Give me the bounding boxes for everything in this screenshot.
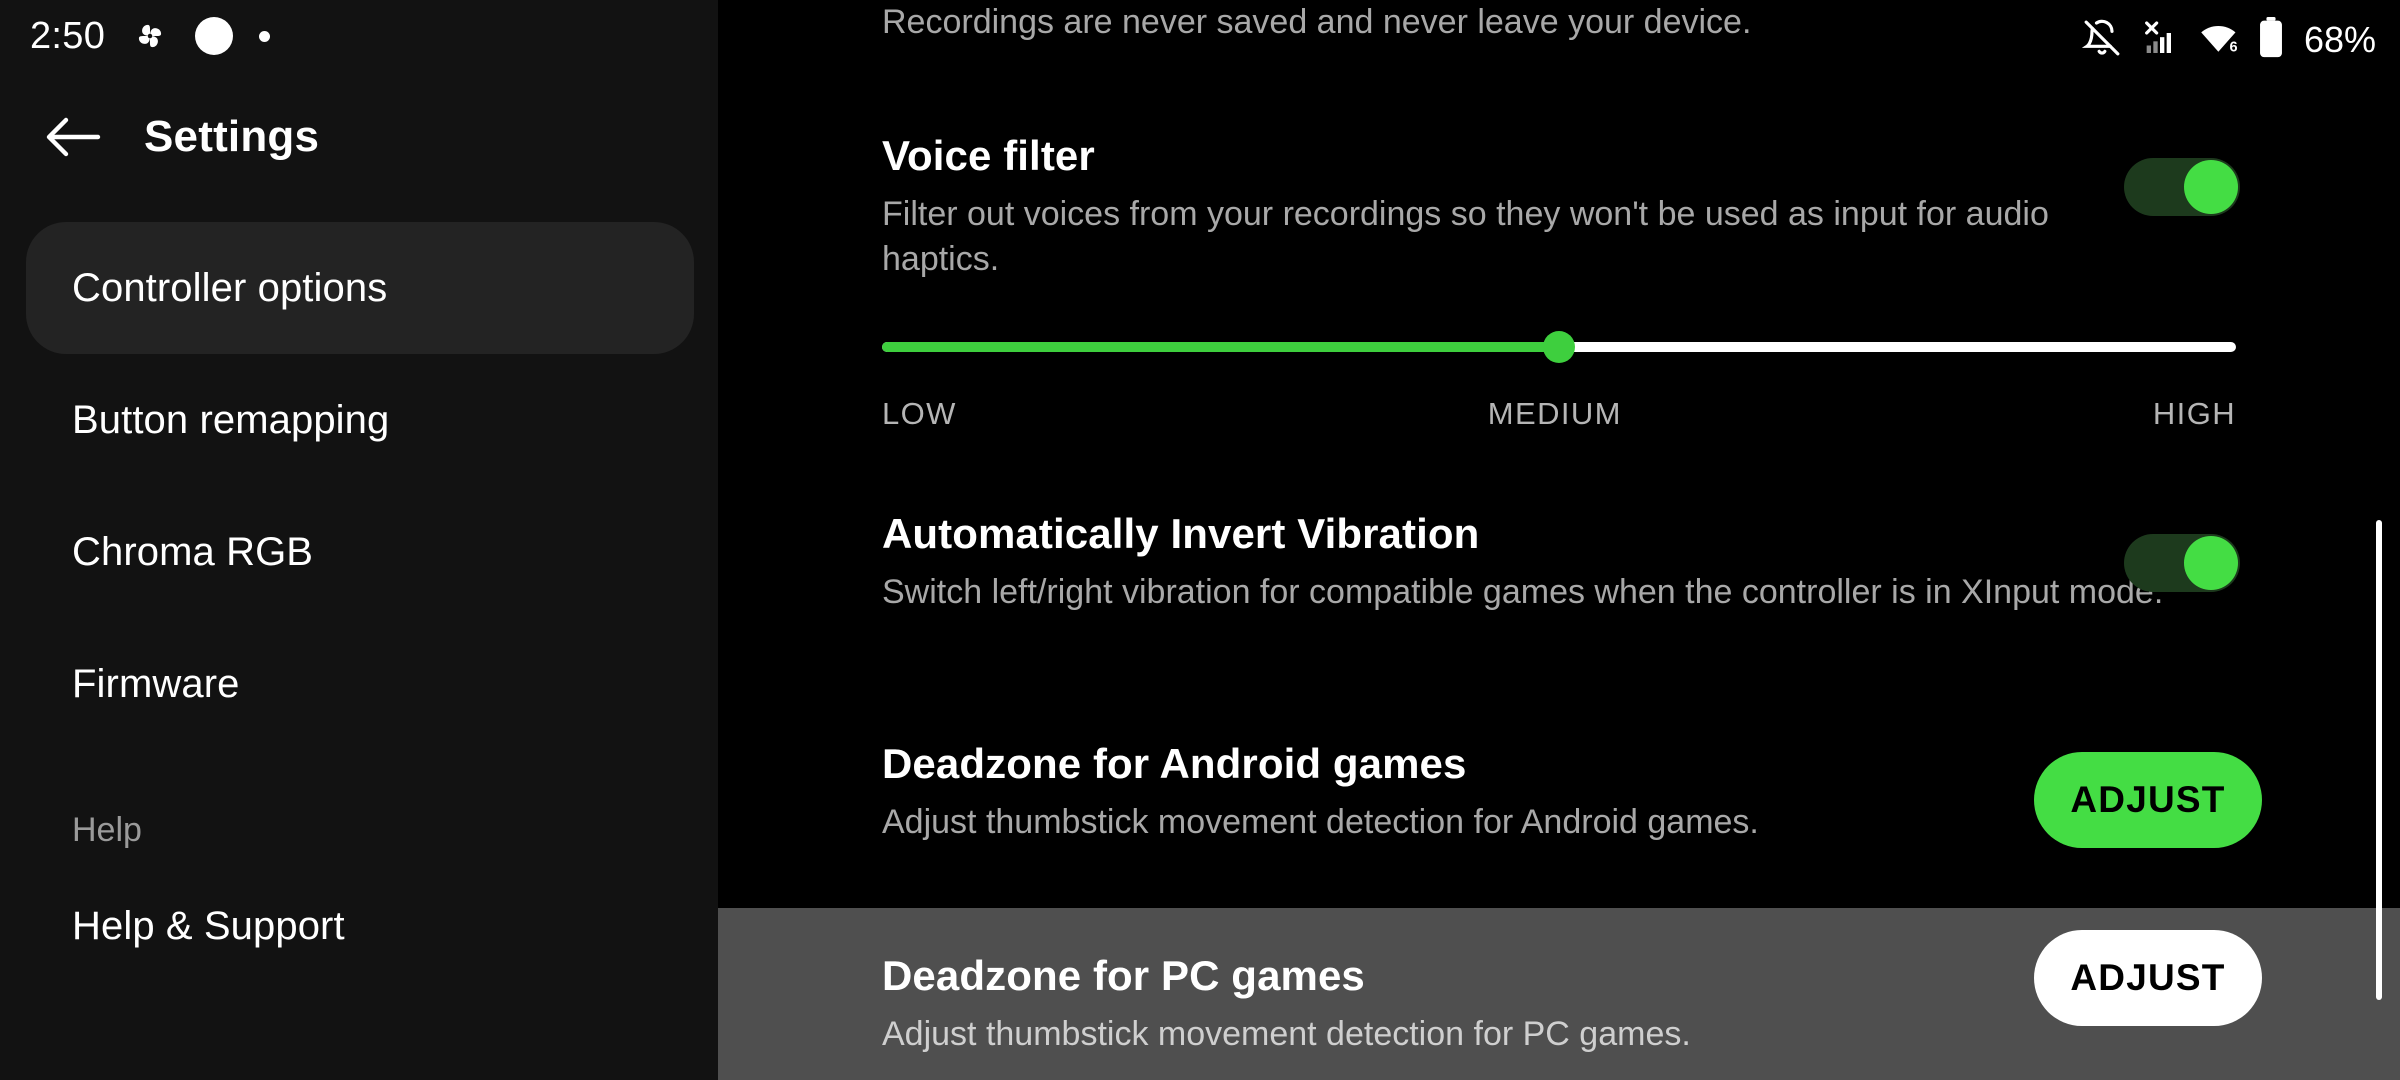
settings-screen: 2:50 Settings Controller options Button … [0,0,2400,1080]
setting-title: Deadzone for PC games [882,952,1365,999]
slider-track[interactable] [882,331,2236,363]
setting-text: Voice filter Filter out voices from your… [882,130,2172,282]
sidebar-item-label: Button remapping [72,397,390,442]
setting-row-voice-filter[interactable]: Voice filter Filter out voices from your… [718,130,2400,282]
sidebar-item-help-and-support[interactable]: Help & Support [0,860,718,992]
toggle-knob [2184,536,2238,590]
setting-row-deadzone-android[interactable]: Deadzone for Android games Adjust thumbs… [718,738,2400,848]
voice-filter-slider[interactable]: LOW MEDIUM HIGH [882,331,2236,432]
setting-description: Adjust thumbstick movement detection for… [882,803,1759,841]
sidebar-item-button-remapping[interactable]: Button remapping [0,354,718,486]
wifi-6-icon: 6 [2198,18,2240,63]
scrollbar-thumb[interactable] [2376,520,2382,1000]
pinwheel-icon [131,17,169,55]
battery-icon [2258,16,2284,64]
status-bar-left: 2:50 [0,0,718,72]
clipped-description: Recordings are never saved and never lea… [882,3,1752,41]
white-circle-icon [195,17,234,55]
back-arrow-icon[interactable] [30,114,116,160]
voice-filter-toggle[interactable] [2124,158,2240,216]
setting-row-deadzone-pc[interactable]: Deadzone for PC games Adjust thumbstick … [718,908,2400,1080]
sidebar-header: Settings [0,92,718,182]
main-content: 6 68% Recordings are never saved and nev… [718,0,2400,1080]
sidebar-item-controller-options[interactable]: Controller options [26,222,694,354]
setting-row-auto-invert-vibration[interactable]: Automatically Invert Vibration Switch le… [718,508,2400,615]
svg-text:6: 6 [2229,39,2237,55]
status-time: 2:50 [30,14,106,57]
sidebar-item-chroma-rgb[interactable]: Chroma RGB [0,486,718,618]
slider-label-low: LOW [882,396,957,431]
setting-text: Deadzone for PC games Adjust thumbstick … [882,950,2172,1057]
page-title: Settings [144,112,320,161]
slider-label-high: HIGH [2152,396,2236,431]
setting-title: Voice filter [882,132,1095,179]
sidebar: 2:50 Settings Controller options Button … [0,0,718,1080]
setting-description: Switch left/right vibration for compatib… [882,573,2164,611]
slider-label-medium: MEDIUM [1487,396,1622,431]
sidebar-section-label: Help [72,811,142,849]
slider-fill [882,342,1559,352]
slider-labels: LOW MEDIUM HIGH [882,396,2236,432]
setting-description: Adjust thumbstick movement detection for… [882,1015,1691,1053]
setting-description: Filter out voices from your recordings s… [882,195,2049,278]
toggle-knob [2184,160,2238,214]
setting-title: Automatically Invert Vibration [882,510,1480,557]
slider-thumb[interactable] [1543,331,1575,363]
auto-invert-vibration-toggle[interactable] [2124,534,2240,592]
sidebar-item-firmware[interactable]: Firmware [0,618,718,750]
setting-title: Deadzone for Android games [882,740,1467,787]
small-dot-icon [259,30,271,42]
sidebar-item-label: Controller options [72,265,388,310]
sidebar-item-label: Chroma RGB [72,529,314,574]
sidebar-item-label: Help & Support [72,903,345,948]
sidebar-item-label: Firmware [72,661,240,706]
sidebar-section-help: Help [0,750,718,860]
sidebar-nav: Controller options Button remapping Chro… [0,222,718,992]
setting-text: Deadzone for Android games Adjust thumbs… [882,738,2172,845]
battery-percent: 68% [2303,19,2376,60]
setting-text: Automatically Invert Vibration Switch le… [882,508,2172,615]
deadzone-android-adjust-button[interactable]: ADJUST [2034,752,2262,848]
deadzone-pc-adjust-button[interactable]: ADJUST [2034,930,2262,1026]
